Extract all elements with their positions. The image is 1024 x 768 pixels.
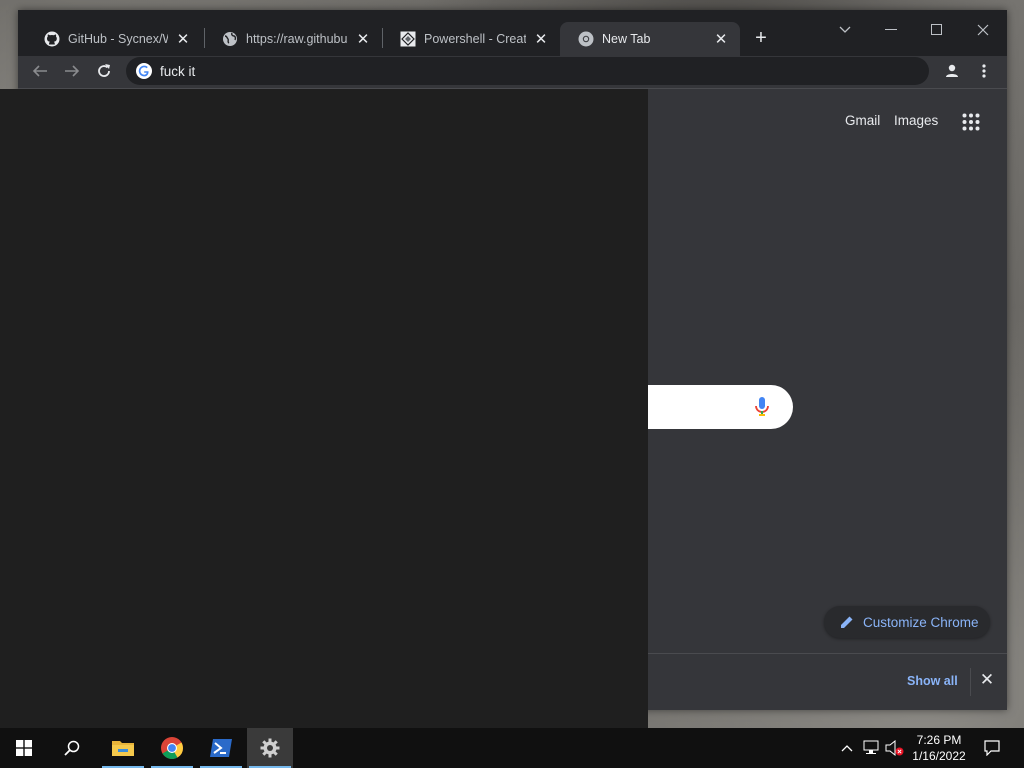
pencil-icon [841, 616, 853, 628]
customize-chrome-button[interactable]: Customize Chrome [824, 606, 990, 638]
close-icon[interactable]: ✕ [979, 670, 995, 689]
google-g-icon [136, 63, 152, 79]
tab-title: New Tab [602, 32, 651, 46]
powershell-icon [210, 739, 232, 757]
notification-icon [984, 740, 1000, 756]
windows-taskbar: 7:26 PM 1/16/2022 [0, 728, 1024, 768]
windows-logo-icon [16, 740, 32, 756]
volume-muted-icon[interactable] [885, 738, 905, 758]
show-all-link[interactable]: Show all [907, 674, 958, 688]
microphone-icon[interactable] [755, 397, 769, 422]
close-icon[interactable]: ✕ [712, 30, 730, 48]
github-icon [44, 31, 60, 47]
omnibox-address-bar[interactable]: fuck it [126, 57, 929, 85]
powershell-site-icon [400, 31, 416, 47]
profile-icon[interactable] [939, 58, 965, 84]
close-icon[interactable]: ✕ [174, 30, 192, 48]
chrome-taskbar-button[interactable] [149, 728, 195, 768]
back-arrow-icon[interactable] [27, 58, 53, 84]
kebab-menu-icon[interactable] [971, 58, 997, 84]
close-window-icon[interactable] [966, 16, 1000, 44]
gmail-link[interactable]: Gmail [845, 113, 880, 128]
new-tab-button[interactable]: + [749, 26, 773, 50]
show-hidden-icons-chevron-icon[interactable] [837, 738, 857, 758]
tab-github[interactable]: GitHub - Sycnex/Windows10Debloater ✕ [26, 22, 202, 56]
close-icon[interactable]: ✕ [354, 30, 372, 48]
forward-arrow-icon[interactable] [59, 58, 85, 84]
google-apps-grid-icon[interactable] [962, 113, 982, 133]
tab-new-tab[interactable]: New Tab ✕ [560, 22, 740, 56]
tab-title: GitHub - Sycnex/Windows10Debloater [68, 32, 168, 46]
clock-date: 1/16/2022 [912, 749, 966, 763]
clock-time: 7:26 PM [916, 733, 962, 747]
minimize-icon[interactable] [874, 16, 908, 44]
tab-search-chevron-icon[interactable] [828, 16, 862, 44]
browser-toolbar: fuck it [18, 56, 1007, 86]
customize-label: Customize Chrome [863, 614, 979, 630]
tab-strip: GitHub - Sycnex/Windows10Debloater ✕ htt… [18, 10, 1007, 56]
search-button[interactable] [49, 728, 95, 768]
maximize-icon[interactable] [920, 16, 954, 44]
search-icon [64, 740, 80, 756]
gear-icon [260, 738, 280, 758]
divider [970, 668, 971, 696]
close-icon[interactable]: ✕ [532, 30, 550, 48]
chrome-icon [161, 737, 183, 759]
tab-powershell[interactable]: Powershell - Create Tasks ✕ [382, 22, 560, 56]
omnibox-text: fuck it [160, 63, 196, 79]
start-button[interactable] [1, 728, 47, 768]
tab-title: Powershell - Create Tasks [424, 32, 526, 46]
chrome-icon [578, 31, 594, 47]
file-explorer-button[interactable] [100, 728, 146, 768]
network-icon[interactable] [861, 738, 881, 758]
reload-icon[interactable] [91, 58, 117, 84]
powershell-taskbar-button[interactable] [198, 728, 244, 768]
settings-taskbar-button[interactable] [247, 728, 293, 768]
folder-icon [112, 741, 134, 756]
taskbar-clock[interactable]: 7:26 PM 1/16/2022 [906, 732, 972, 764]
action-center-button[interactable] [976, 728, 1008, 768]
tab-raw-githubusercontent[interactable]: https://raw.githubusercontent.com ✕ [204, 22, 382, 56]
tab-title: https://raw.githubusercontent.com [246, 32, 348, 46]
images-link[interactable]: Images [894, 113, 938, 128]
black-overlay-panel [0, 89, 648, 728]
globe-icon [222, 31, 238, 47]
